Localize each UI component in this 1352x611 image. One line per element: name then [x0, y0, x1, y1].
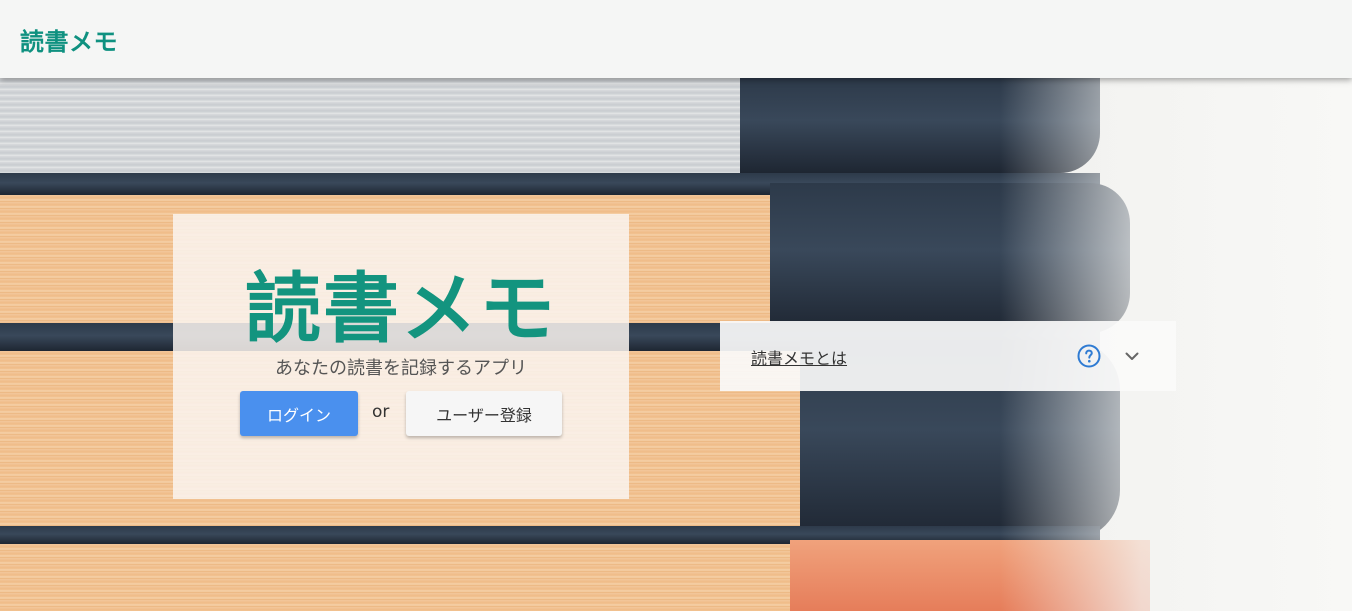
or-separator: or [372, 402, 390, 422]
signup-button[interactable]: ユーザー登録 [406, 391, 562, 436]
app-title[interactable]: 読書メモ [20, 22, 118, 57]
chevron-down-icon[interactable] [1120, 344, 1144, 368]
about-expansion-panel[interactable]: 読書メモとは [720, 321, 1176, 391]
app-bar: 読書メモ [0, 0, 1352, 78]
about-panel-label[interactable]: 読書メモとは [751, 345, 847, 369]
hero-title: 読書メモ [245, 264, 557, 353]
hero-subtitle: あなたの読書を記録するアプリ [275, 358, 527, 379]
help-circle-icon[interactable] [1077, 344, 1101, 368]
login-button[interactable]: ログイン [240, 391, 358, 436]
hero-card: 読書メモ あなたの読書を記録するアプリ ログイン or ユーザー登録 [173, 214, 629, 499]
